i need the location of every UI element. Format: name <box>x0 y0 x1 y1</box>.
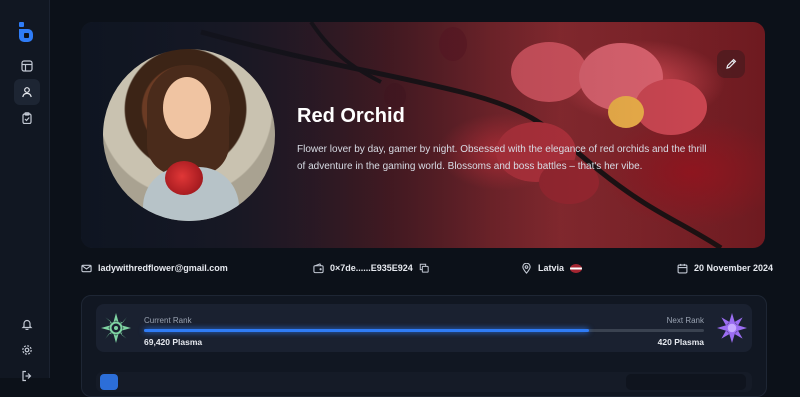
logout-icon <box>22 370 32 382</box>
email-info: ladywithredflower@gmail.com <box>81 261 228 275</box>
sidebar-item-dashboard[interactable] <box>14 53 40 79</box>
calendar-icon <box>677 263 688 273</box>
sidebar-item-tasks[interactable] <box>14 105 40 131</box>
sidebar-item-settings[interactable] <box>14 337 40 363</box>
app-logo-icon[interactable] <box>17 22 35 42</box>
sidebar-item-logout[interactable] <box>14 363 40 389</box>
location-info: Latvia <box>521 261 583 275</box>
rank-progress-fill <box>144 329 590 332</box>
current-rank-value: 69,420 Plasma <box>144 337 203 347</box>
sidebar <box>0 0 50 382</box>
next-rank-value: 420 Plasma <box>657 337 704 347</box>
layout-icon <box>21 60 33 72</box>
profile-bio: Flower lover by day, gamer by night. Obs… <box>297 144 707 172</box>
pencil-icon <box>726 58 737 69</box>
wallet-icon <box>313 262 324 273</box>
rank-details-button[interactable] <box>626 374 746 390</box>
date-info: 20 November 2024 <box>677 261 773 275</box>
edit-profile-button[interactable] <box>717 50 745 78</box>
mail-icon <box>81 264 92 272</box>
next-rank-badge-icon <box>717 313 747 343</box>
copy-icon[interactable] <box>419 263 429 273</box>
rank-card: Current Rank 69,420 Plasma Next Rank 420… <box>81 295 767 397</box>
rank-details-row <box>96 372 752 392</box>
current-rank-label: Current Rank <box>144 316 192 325</box>
avatar <box>103 49 275 221</box>
profile-banner: Red Orchid Flower lover by day, gamer by… <box>81 22 765 248</box>
next-rank-label: Next Rank <box>666 316 704 325</box>
date-text: 20 November 2024 <box>694 263 774 273</box>
map-pin-icon <box>522 262 531 274</box>
sidebar-item-profile[interactable] <box>14 79 40 105</box>
current-rank-badge-icon <box>101 313 131 343</box>
country-text: Latvia <box>538 263 565 273</box>
clipboard-check-icon <box>22 112 32 124</box>
user-icon <box>22 87 32 98</box>
rank-details-icon <box>100 374 118 390</box>
bell-icon <box>21 319 33 330</box>
rank-progress-panel: Current Rank 69,420 Plasma Next Rank 420… <box>96 304 752 352</box>
wallet-info: 0×7de......E935E924 <box>313 261 429 275</box>
sidebar-item-notifications[interactable] <box>14 311 40 337</box>
gear-icon <box>22 345 32 355</box>
wallet-address: 0×7de......E935E924 <box>330 263 413 273</box>
latvia-flag-icon <box>570 263 583 273</box>
profile-name: Red Orchid <box>297 105 405 127</box>
rank-progress-bar <box>144 329 704 332</box>
email-text: ladywithredflower@gmail.com <box>98 263 228 273</box>
